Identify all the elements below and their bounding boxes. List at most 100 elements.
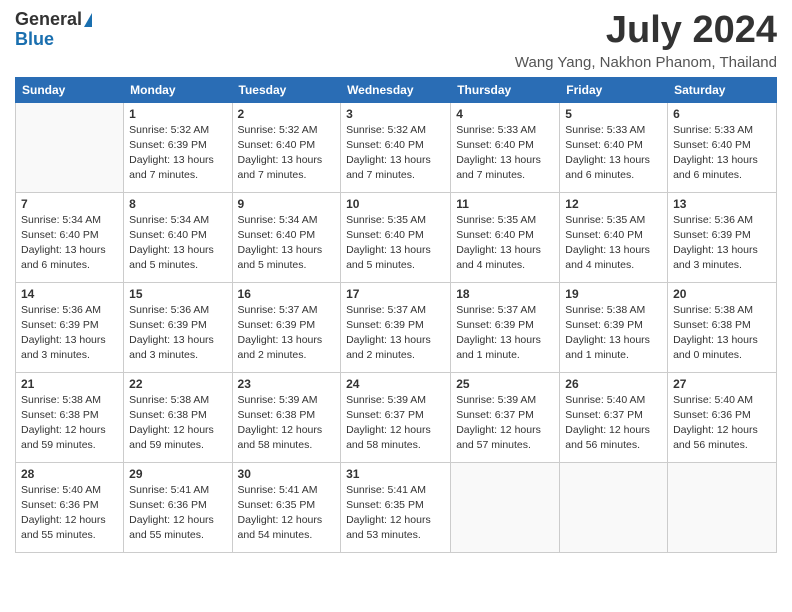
day-number: 20 xyxy=(673,287,771,301)
weekday-header-sunday: Sunday xyxy=(16,77,124,102)
day-detail: Sunrise: 5:35 AMSunset: 6:40 PMDaylight:… xyxy=(346,213,445,274)
location-title: Wang Yang, Nakhon Phanom, Thailand xyxy=(515,54,777,71)
logo-blue-text: Blue xyxy=(15,30,54,50)
day-detail: Sunrise: 5:38 AMSunset: 6:38 PMDaylight:… xyxy=(673,303,771,364)
calendar-cell: 18 Sunrise: 5:37 AMSunset: 6:39 PMDayligh… xyxy=(451,282,560,372)
day-number: 12 xyxy=(565,197,662,211)
calendar-cell: 20 Sunrise: 5:38 AMSunset: 6:38 PMDayligh… xyxy=(668,282,777,372)
calendar-cell: 26 Sunrise: 5:40 AMSunset: 6:37 PMDayligh… xyxy=(560,372,668,462)
day-detail: Sunrise: 5:37 AMSunset: 6:39 PMDaylight:… xyxy=(346,303,445,364)
calendar-cell: 5 Sunrise: 5:33 AMSunset: 6:40 PMDaylight… xyxy=(560,102,668,192)
calendar-table: SundayMondayTuesdayWednesdayThursdayFrid… xyxy=(15,77,777,553)
page-header: General Blue July 2024 Wang Yang, Nakhon… xyxy=(15,10,777,71)
weekday-header-monday: Monday xyxy=(124,77,232,102)
day-detail: Sunrise: 5:39 AMSunset: 6:38 PMDaylight:… xyxy=(238,393,336,454)
day-number: 18 xyxy=(456,287,554,301)
week-row-2: 7 Sunrise: 5:34 AMSunset: 6:40 PMDaylight… xyxy=(16,192,777,282)
day-number: 27 xyxy=(673,377,771,391)
day-number: 24 xyxy=(346,377,445,391)
calendar-cell: 30 Sunrise: 5:41 AMSunset: 6:35 PMDayligh… xyxy=(232,462,341,552)
calendar-cell xyxy=(668,462,777,552)
day-detail: Sunrise: 5:41 AMSunset: 6:36 PMDaylight:… xyxy=(129,483,226,544)
calendar-cell: 31 Sunrise: 5:41 AMSunset: 6:35 PMDayligh… xyxy=(341,462,451,552)
month-year-title: July 2024 xyxy=(515,10,777,52)
calendar-cell: 16Sunrise: 5:37 AMSunset: 6:39 PMDayligh… xyxy=(232,282,341,372)
day-detail: Sunrise: 5:41 AMSunset: 6:35 PMDaylight:… xyxy=(238,483,336,544)
calendar-cell: 13 Sunrise: 5:36 AMSunset: 6:39 PMDayligh… xyxy=(668,192,777,282)
day-number: 8 xyxy=(129,197,226,211)
day-detail: Sunrise: 5:33 AMSunset: 6:40 PMDaylight:… xyxy=(456,123,554,184)
calendar-cell: 8Sunrise: 5:34 AMSunset: 6:40 PMDaylight… xyxy=(124,192,232,282)
day-detail: Sunrise: 5:32 AMSunset: 6:40 PMDaylight:… xyxy=(238,123,336,184)
day-detail: Sunrise: 5:40 AMSunset: 6:36 PMDaylight:… xyxy=(673,393,771,454)
calendar-cell: 22Sunrise: 5:38 AMSunset: 6:38 PMDayligh… xyxy=(124,372,232,462)
day-detail: Sunrise: 5:40 AMSunset: 6:37 PMDaylight:… xyxy=(565,393,662,454)
day-detail: Sunrise: 5:37 AMSunset: 6:39 PMDaylight:… xyxy=(456,303,554,364)
calendar-cell: 3 Sunrise: 5:32 AMSunset: 6:40 PMDaylight… xyxy=(341,102,451,192)
calendar-cell: 11Sunrise: 5:35 AMSunset: 6:40 PMDayligh… xyxy=(451,192,560,282)
calendar-cell: 29 Sunrise: 5:41 AMSunset: 6:36 PMDayligh… xyxy=(124,462,232,552)
calendar-cell: 10 Sunrise: 5:35 AMSunset: 6:40 PMDayligh… xyxy=(341,192,451,282)
day-number: 13 xyxy=(673,197,771,211)
day-detail: Sunrise: 5:39 AMSunset: 6:37 PMDaylight:… xyxy=(346,393,445,454)
week-row-1: 1Sunrise: 5:32 AMSunset: 6:39 PMDaylight… xyxy=(16,102,777,192)
day-detail: Sunrise: 5:34 AMSunset: 6:40 PMDaylight:… xyxy=(238,213,336,274)
logo-general-text: General xyxy=(15,10,82,30)
day-detail: Sunrise: 5:36 AMSunset: 6:39 PMDaylight:… xyxy=(129,303,226,364)
day-number: 17 xyxy=(346,287,445,301)
week-row-5: 28Sunrise: 5:40 AMSunset: 6:36 PMDayligh… xyxy=(16,462,777,552)
day-detail: Sunrise: 5:41 AMSunset: 6:35 PMDaylight:… xyxy=(346,483,445,544)
day-detail: Sunrise: 5:34 AMSunset: 6:40 PMDaylight:… xyxy=(21,213,118,274)
calendar-cell: 17 Sunrise: 5:37 AMSunset: 6:39 PMDayligh… xyxy=(341,282,451,372)
calendar-cell: 4 Sunrise: 5:33 AMSunset: 6:40 PMDaylight… xyxy=(451,102,560,192)
day-number: 19 xyxy=(565,287,662,301)
day-number: 10 xyxy=(346,197,445,211)
day-number: 9 xyxy=(238,197,336,211)
day-number: 2 xyxy=(238,107,336,121)
day-number: 29 xyxy=(129,467,226,481)
day-number: 3 xyxy=(346,107,445,121)
calendar-cell: 23Sunrise: 5:39 AMSunset: 6:38 PMDayligh… xyxy=(232,372,341,462)
calendar-cell: 28Sunrise: 5:40 AMSunset: 6:36 PMDayligh… xyxy=(16,462,124,552)
day-detail: Sunrise: 5:33 AMSunset: 6:40 PMDaylight:… xyxy=(673,123,771,184)
calendar-cell: 14Sunrise: 5:36 AMSunset: 6:39 PMDayligh… xyxy=(16,282,124,372)
week-row-4: 21 Sunrise: 5:38 AMSunset: 6:38 PMDayligh… xyxy=(16,372,777,462)
week-row-3: 14Sunrise: 5:36 AMSunset: 6:39 PMDayligh… xyxy=(16,282,777,372)
calendar-cell xyxy=(16,102,124,192)
day-detail: Sunrise: 5:37 AMSunset: 6:39 PMDaylight:… xyxy=(238,303,336,364)
calendar-cell: 25 Sunrise: 5:39 AMSunset: 6:37 PMDayligh… xyxy=(451,372,560,462)
day-detail: Sunrise: 5:35 AMSunset: 6:40 PMDaylight:… xyxy=(565,213,662,274)
calendar-cell: 21 Sunrise: 5:38 AMSunset: 6:38 PMDayligh… xyxy=(16,372,124,462)
day-detail: Sunrise: 5:36 AMSunset: 6:39 PMDaylight:… xyxy=(21,303,118,364)
day-number: 26 xyxy=(565,377,662,391)
weekday-header-row: SundayMondayTuesdayWednesdayThursdayFrid… xyxy=(16,77,777,102)
day-number: 28 xyxy=(21,467,118,481)
day-detail: Sunrise: 5:39 AMSunset: 6:37 PMDaylight:… xyxy=(456,393,554,454)
day-number: 30 xyxy=(238,467,336,481)
day-detail: Sunrise: 5:36 AMSunset: 6:39 PMDaylight:… xyxy=(673,213,771,274)
day-number: 25 xyxy=(456,377,554,391)
calendar-cell: 9 Sunrise: 5:34 AMSunset: 6:40 PMDaylight… xyxy=(232,192,341,282)
calendar-cell: 6 Sunrise: 5:33 AMSunset: 6:40 PMDaylight… xyxy=(668,102,777,192)
day-detail: Sunrise: 5:33 AMSunset: 6:40 PMDaylight:… xyxy=(565,123,662,184)
day-number: 1 xyxy=(129,107,226,121)
calendar-cell: 19Sunrise: 5:38 AMSunset: 6:39 PMDayligh… xyxy=(560,282,668,372)
calendar-cell: 2 Sunrise: 5:32 AMSunset: 6:40 PMDaylight… xyxy=(232,102,341,192)
day-detail: Sunrise: 5:38 AMSunset: 6:38 PMDaylight:… xyxy=(129,393,226,454)
weekday-header-friday: Friday xyxy=(560,77,668,102)
calendar-cell: 24 Sunrise: 5:39 AMSunset: 6:37 PMDayligh… xyxy=(341,372,451,462)
day-number: 5 xyxy=(565,107,662,121)
logo: General Blue xyxy=(15,10,92,50)
day-number: 31 xyxy=(346,467,445,481)
day-number: 4 xyxy=(456,107,554,121)
weekday-header-saturday: Saturday xyxy=(668,77,777,102)
day-number: 6 xyxy=(673,107,771,121)
day-detail: Sunrise: 5:32 AMSunset: 6:40 PMDaylight:… xyxy=(346,123,445,184)
weekday-header-tuesday: Tuesday xyxy=(232,77,341,102)
title-block: July 2024 Wang Yang, Nakhon Phanom, Thai… xyxy=(515,10,777,71)
day-number: 11 xyxy=(456,197,554,211)
weekday-header-thursday: Thursday xyxy=(451,77,560,102)
day-number: 21 xyxy=(21,377,118,391)
day-number: 7 xyxy=(21,197,118,211)
day-detail: Sunrise: 5:38 AMSunset: 6:38 PMDaylight:… xyxy=(21,393,118,454)
